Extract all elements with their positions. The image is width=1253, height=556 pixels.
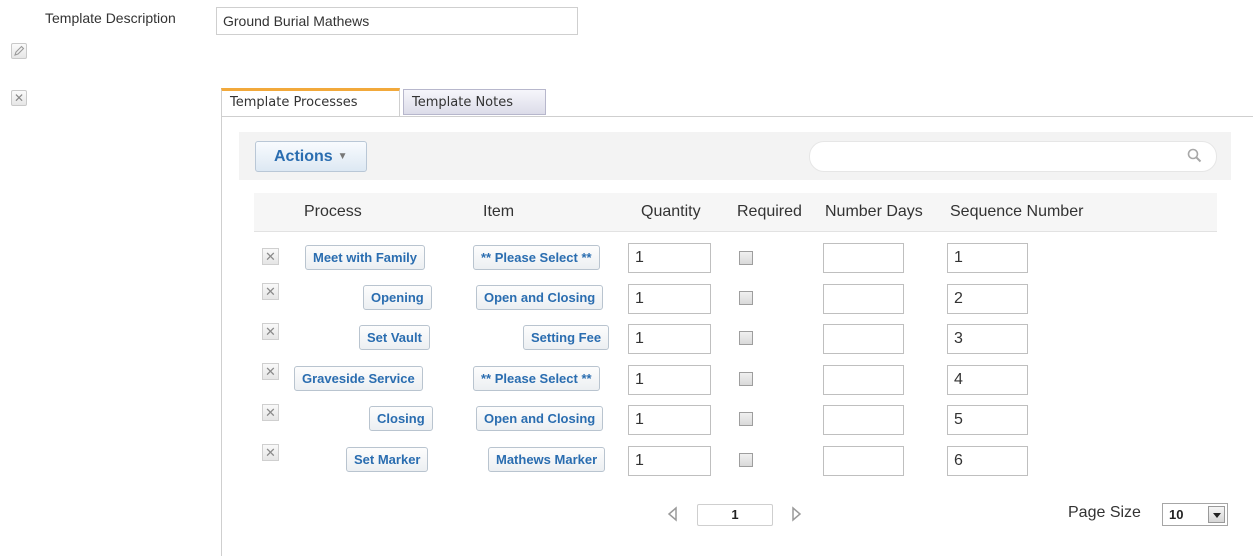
process-button[interactable]: Set Marker [346, 447, 429, 472]
delete-row-button[interactable]: ✕ [262, 363, 279, 380]
page-size-select[interactable]: 10 [1162, 503, 1228, 526]
template-description-label: Template Description [45, 10, 176, 26]
sequence-number-field[interactable]: 6 [947, 446, 1028, 476]
page-header-cut [0, 0, 1253, 4]
sequence-number-field[interactable]: 4 [947, 365, 1028, 395]
process-button[interactable]: Graveside Service [294, 366, 423, 391]
item-button[interactable]: ** Please Select ** [473, 245, 600, 270]
column-header-quantity[interactable]: Quantity [641, 203, 701, 221]
required-checkbox[interactable] [739, 251, 753, 265]
column-header-number-days[interactable]: Number Days [825, 203, 923, 221]
close-icon: ✕ [265, 249, 276, 264]
number-days-field[interactable] [823, 446, 904, 476]
page-number-input[interactable]: 1 [697, 504, 773, 526]
number-days-field[interactable] [823, 324, 904, 354]
item-button[interactable]: Mathews Marker [488, 447, 606, 472]
delete-row-button[interactable]: ✕ [262, 444, 279, 461]
delete-template-button[interactable]: ✕ [11, 90, 27, 106]
column-header-item[interactable]: Item [483, 203, 514, 221]
actions-button[interactable]: Actions ▼ [255, 141, 367, 172]
sequence-number-field[interactable]: 5 [947, 405, 1028, 435]
item-button[interactable]: Setting Fee [523, 325, 610, 350]
process-button[interactable]: Meet with Family [305, 245, 426, 270]
quantity-field[interactable]: 1 [628, 405, 711, 435]
sequence-number-field[interactable]: 2 [947, 284, 1028, 314]
process-button[interactable]: Closing [369, 406, 433, 431]
delete-row-button[interactable]: ✕ [262, 404, 279, 421]
tab-template-processes[interactable]: Template Processes [221, 88, 400, 116]
required-checkbox[interactable] [739, 372, 753, 386]
page-size-label: Page Size [1068, 504, 1141, 521]
template-description-input[interactable]: Ground Burial Mathews [216, 7, 578, 35]
quantity-field[interactable]: 1 [628, 243, 711, 273]
number-days-field[interactable] [823, 243, 904, 273]
delete-row-button[interactable]: ✕ [262, 248, 279, 265]
number-days-field[interactable] [823, 365, 904, 395]
required-checkbox[interactable] [739, 453, 753, 467]
sequence-number-field[interactable]: 3 [947, 324, 1028, 354]
search-icon[interactable] [1186, 147, 1204, 165]
caret-down-icon: ▼ [337, 151, 348, 162]
required-checkbox[interactable] [739, 291, 753, 305]
close-icon: ✕ [265, 284, 276, 299]
process-button[interactable]: Opening [363, 285, 432, 310]
number-days-field[interactable] [823, 405, 904, 435]
column-header-sequence-number[interactable]: Sequence Number [950, 203, 1083, 221]
column-header-process[interactable]: Process [304, 203, 362, 221]
page-size-value: 10 [1169, 507, 1184, 522]
delete-row-button[interactable]: ✕ [262, 283, 279, 300]
quantity-field[interactable]: 1 [628, 284, 711, 314]
pencil-icon [14, 45, 25, 56]
tab-template-notes[interactable]: Template Notes [403, 89, 546, 115]
number-days-field[interactable] [823, 284, 904, 314]
triangle-right-icon[interactable] [791, 506, 803, 522]
quantity-field[interactable]: 1 [628, 324, 711, 354]
quantity-field[interactable]: 1 [628, 446, 711, 476]
triangle-left-icon[interactable] [666, 506, 678, 522]
quantity-field[interactable]: 1 [628, 365, 711, 395]
close-icon: ✕ [265, 405, 276, 420]
process-button[interactable]: Set Vault [359, 325, 430, 350]
sequence-number-field[interactable]: 1 [947, 243, 1028, 273]
required-checkbox[interactable] [739, 412, 753, 426]
item-button[interactable]: ** Please Select ** [473, 366, 600, 391]
item-button[interactable]: Open and Closing [476, 285, 604, 310]
search-input[interactable] [809, 141, 1217, 172]
delete-row-button[interactable]: ✕ [262, 323, 279, 340]
close-icon: ✕ [265, 324, 276, 339]
required-checkbox[interactable] [739, 331, 753, 345]
chevron-down-icon [1208, 506, 1225, 523]
close-icon: ✕ [13, 91, 25, 105]
column-header-required[interactable]: Required [737, 203, 802, 221]
item-button[interactable]: Open and Closing [476, 406, 604, 431]
close-icon: ✕ [265, 445, 276, 460]
close-icon: ✕ [265, 364, 276, 379]
edit-button[interactable] [11, 43, 27, 59]
actions-label: Actions [274, 148, 333, 165]
